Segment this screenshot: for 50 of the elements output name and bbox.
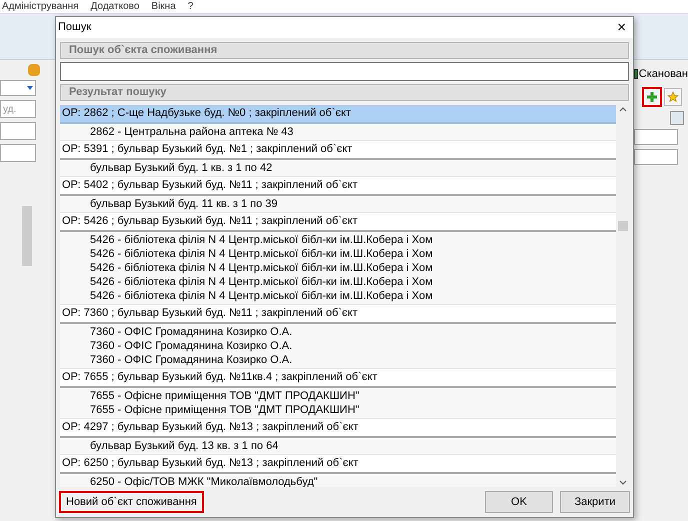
- result-item[interactable]: 5426 - бібліотека філія N 4 Центр.міської бібл-ки ім.Ш.Кобера і Хом: [60, 289, 616, 303]
- new-object-button[interactable]: Новий об`єкт споживання: [59, 491, 204, 513]
- ok-button[interactable]: OK: [485, 491, 553, 513]
- result-item[interactable]: 7655 - Офісне приміщення ТОВ "ДМТ ПРОДАКШИН": [60, 403, 616, 417]
- result-item[interactable]: 5426 - бібліотека філія N 4 Центр.міської бібл-ки ім.Ш.Кобера і Хом: [60, 275, 616, 289]
- search-field[interactable]: [60, 62, 629, 81]
- result-item[interactable]: 6250 - Офіс/ТОВ МЖК "Миколаївмолодьбуд": [60, 475, 616, 487]
- dialog-title: Пошук: [58, 20, 92, 36]
- text-field[interactable]: уд.: [0, 100, 36, 118]
- result-group-header[interactable]: ОР: 2862 ; С-ще Надбузьке буд. №0 ; закріплений об`єкт: [60, 105, 616, 124]
- text-field[interactable]: [0, 122, 36, 140]
- result-group-header[interactable]: ОР: 4297 ; бульвар Бузький буд. №13 ; закріплений об`єкт: [60, 419, 616, 438]
- result-item[interactable]: бульвар Бузький буд. 13 кв. з 1 по 64: [60, 439, 616, 453]
- result-item[interactable]: 5426 - бібліотека філія N 4 Центр.міської бібл-ки ім.Ш.Кобера і Хом: [60, 247, 616, 261]
- star-icon: [667, 90, 679, 102]
- tab-label[interactable]: Сканован: [638, 66, 688, 82]
- close-button[interactable]: ×: [614, 20, 629, 35]
- favorite-button[interactable]: [664, 88, 682, 106]
- scroll-up-icon[interactable]: [618, 105, 626, 113]
- text-field[interactable]: [0, 144, 36, 162]
- text-field[interactable]: [634, 148, 678, 164]
- add-button[interactable]: [642, 86, 662, 106]
- result-item[interactable]: 2862 - Центральна района аптека № 43: [60, 125, 616, 139]
- result-item[interactable]: 5426 - бібліотека філія N 4 Центр.міської бібл-ки ім.Ш.Кобера і Хом: [60, 233, 616, 247]
- result-item[interactable]: бульвар Бузький буд. 1 кв. з 1 по 42: [60, 161, 616, 175]
- section-header: Пошук об`єкта споживання: [60, 42, 629, 59]
- dropdown-arrow-icon: [27, 86, 33, 90]
- menu-item[interactable]: Адміністрування: [2, 2, 79, 12]
- result-group-header[interactable]: ОР: 5402 ; бульвар Бузький буд. №11 ; закріплений об`єкт: [60, 177, 616, 196]
- result-group-header[interactable]: ОР: 5391 ; бульвар Бузький буд. №1 ; закріплений об`єкт: [60, 141, 616, 160]
- result-group-header[interactable]: ОР: 7360 ; бульвар Бузький буд. №11 ; закріплений об`єкт: [60, 305, 616, 324]
- result-item[interactable]: 7360 - ОФІС Громадянина Козирко О.А.: [60, 353, 616, 367]
- scroll-thumb[interactable]: [618, 221, 628, 231]
- result-item[interactable]: 7360 - ОФІС Громадянина Козирко О.А.: [60, 339, 616, 353]
- result-item[interactable]: 7360 - ОФІС Громадянина Козирко О.А.: [60, 325, 616, 339]
- scroll-down-icon[interactable]: [618, 479, 626, 487]
- result-item[interactable]: бульвар Бузький буд. 11 кв. з 1 по 39: [60, 197, 616, 211]
- text-field[interactable]: [634, 128, 678, 144]
- result-item[interactable]: 5426 - бібліотека філія N 4 Центр.міської бібл-ки ім.Ш.Кобера і Хом: [60, 261, 616, 275]
- dropdown-field[interactable]: [0, 80, 36, 96]
- plus-icon: [646, 90, 658, 102]
- menu-item[interactable]: Додатково: [90, 2, 140, 12]
- menu-item[interactable]: ?: [188, 2, 194, 12]
- close-dialog-button[interactable]: Закрити: [560, 491, 630, 513]
- result-group-header[interactable]: ОР: 5426 ; бульвар Бузький буд. №11 ; закріплений об`єкт: [60, 213, 616, 232]
- section-header: Результат пошуку: [60, 84, 629, 101]
- result-group-header[interactable]: ОР: 6250 ; бульвар Бузький буд. №13 ; закріплений об`єкт: [60, 455, 616, 474]
- result-item[interactable]: 7655 - Офісне приміщення ТОВ "ДМТ ПРОДАКШИН": [60, 389, 616, 403]
- result-group-header[interactable]: ОР: 7655 ; бульвар Бузький буд. №11кв.4 ; закріплений об`єкт: [60, 369, 616, 388]
- menu-item[interactable]: Вікна: [151, 2, 176, 12]
